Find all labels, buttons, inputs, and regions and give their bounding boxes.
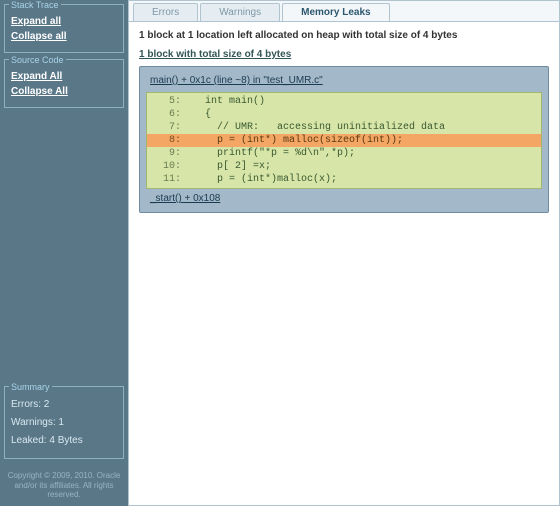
code-line: 10: p[ 2] =x;	[147, 160, 541, 173]
sidebar: Stack Trace Expand all Collapse all Sour…	[0, 0, 128, 506]
stack-trace-panel: Stack Trace Expand all Collapse all	[4, 4, 124, 53]
source-code-panel: Source Code Expand All Collapse All	[4, 59, 124, 108]
collapse-all-stack[interactable]: Collapse all	[11, 29, 117, 44]
summary-errors: Errors: 2	[11, 396, 117, 414]
code-line: 6: {	[147, 108, 541, 121]
code-line: 7: // UMR: accessing uninitialized data	[147, 121, 541, 134]
summary-title: Summary	[9, 382, 52, 392]
summary-leaked: Leaked: 4 Bytes	[11, 432, 117, 450]
leak-heading: 1 block at 1 location left allocated on …	[139, 30, 549, 41]
stack-trace-title: Stack Trace	[9, 0, 61, 10]
summary-panel: Summary Errors: 2 Warnings: 1 Leaked: 4 …	[4, 386, 124, 459]
code-line: 11: p = (int*)malloc(x);	[147, 173, 541, 186]
summary-warnings: Warnings: 1	[11, 414, 117, 432]
expand-all-source[interactable]: Expand All	[11, 69, 117, 84]
tab-warnings[interactable]: Warnings	[200, 3, 280, 21]
expand-all-stack[interactable]: Expand all	[11, 14, 117, 29]
main-area: Errors Warnings Memory Leaks 1 block at …	[128, 0, 560, 506]
code-line: 5: int main()	[147, 95, 541, 108]
collapse-all-source[interactable]: Collapse All	[11, 84, 117, 99]
copyright: Copyright © 2009, 2010. Oracle and/or it…	[4, 469, 124, 502]
frame-start[interactable]: _start() + 0x108	[146, 189, 542, 206]
content: 1 block at 1 location left allocated on …	[129, 22, 559, 225]
source-code-title: Source Code	[9, 55, 66, 65]
stack-frame-block: main() + 0x1c (line ~8) in "test_UMR.c" …	[139, 66, 549, 213]
tab-bar: Errors Warnings Memory Leaks	[129, 1, 559, 22]
frame-main[interactable]: main() + 0x1c (line ~8) in "test_UMR.c"	[146, 73, 542, 92]
code-line: 9: printf("*p = %d\n",*p);	[147, 147, 541, 160]
leak-subheading[interactable]: 1 block with total size of 4 bytes	[139, 49, 549, 60]
code-line-highlight: 8: p = (int*) malloc(sizeof(int));	[147, 134, 541, 147]
tab-errors[interactable]: Errors	[133, 3, 198, 21]
source-listing: 5: int main() 6: { 7: // UMR: accessing …	[146, 92, 542, 189]
tab-memory-leaks[interactable]: Memory Leaks	[282, 3, 389, 21]
